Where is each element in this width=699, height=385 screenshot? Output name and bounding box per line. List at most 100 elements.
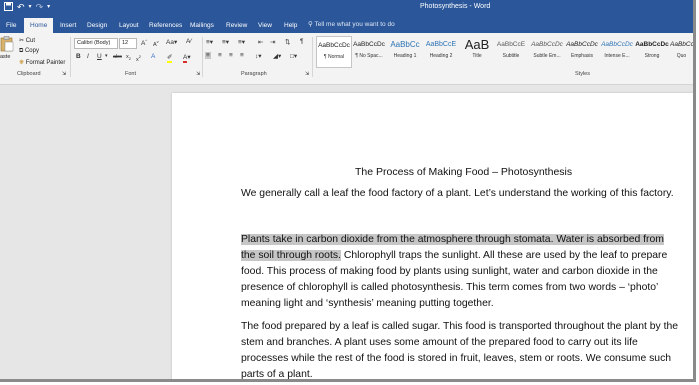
style-name: Subtitle (502, 53, 520, 59)
paragraph-1: We generally call a leaf the food factor… (241, 188, 674, 199)
style-title[interactable]: AaB Title (460, 36, 494, 66)
align-right-button[interactable]: ≡ (229, 52, 233, 59)
tab-insert[interactable]: Insert (54, 18, 82, 33)
tab-review[interactable]: Review (220, 18, 253, 33)
paste-button[interactable]: aste (0, 36, 16, 68)
scissors-icon: ✂ (19, 38, 25, 44)
show-marks-icon[interactable]: ¶ (300, 38, 304, 45)
paragraph-3: The food prepared by a leaf is called su… (241, 321, 679, 380)
line-spacing-icon[interactable]: ↕▾ (255, 52, 262, 60)
tab-view[interactable]: View (252, 18, 278, 33)
style-normal[interactable]: AaBbCcDc ¶ Normal (316, 36, 352, 68)
format-painter-button[interactable]: ❋ Format Painter (19, 59, 65, 66)
style-heading-1[interactable]: AaBbCc Heading 1 (388, 36, 422, 66)
style-name: Subtle Em... (533, 53, 561, 59)
borders-icon[interactable]: □▾ (290, 52, 297, 60)
style-preview: AaBbCc (390, 40, 420, 49)
style-preview: AaBbCcDc (353, 41, 385, 48)
style-name: Emphasis (571, 53, 593, 59)
word-window: ↶ ▾ ↷ ▾ Photosynthesis - Word File Home … (0, 0, 696, 382)
document-area[interactable]: The Process of Making Food – Photosynthe… (0, 85, 693, 379)
text-effects-icon[interactable]: A (151, 53, 155, 60)
paragraph-launcher-icon[interactable]: ⇲ (305, 71, 309, 77)
superscript-button[interactable]: x2 (136, 54, 141, 63)
font-launcher-icon[interactable]: ⇲ (196, 71, 200, 77)
grow-font-icon[interactable]: A^ (141, 38, 147, 47)
change-case-icon[interactable]: Aa▾ (166, 38, 177, 46)
style-quote[interactable]: AaBbCc Quo (670, 36, 693, 66)
style-name: Quo (676, 53, 687, 59)
copy-button[interactable]: ⧉ Copy (19, 48, 39, 55)
justify-button[interactable]: ≡ (240, 52, 244, 59)
sort-icon[interactable]: ⇅ (285, 38, 290, 46)
style-preview: AaBbCcDc (566, 41, 598, 48)
style-name: ¶ No Spac... (355, 53, 383, 59)
decrease-indent-icon[interactable]: ⇤ (258, 38, 263, 46)
tab-home[interactable]: Home (24, 18, 54, 33)
increase-indent-icon[interactable]: ⇥ (270, 38, 275, 46)
styles-group-label: Styles (575, 71, 590, 77)
style-preview: AaBbCc (670, 41, 693, 48)
font-size-value: 12 (122, 40, 129, 46)
style-heading-2[interactable]: AaBbCcE Heading 2 (424, 36, 458, 66)
tell-me-box[interactable]: ⚲ Tell me what you want to do (308, 18, 395, 31)
align-center-button[interactable]: ≡ (218, 52, 222, 59)
style-subtle-emphasis[interactable]: AaBbCcDc Subtle Em... (530, 36, 564, 66)
style-preview: AaBbCcE (425, 41, 457, 48)
strikethrough-button[interactable]: abc (113, 54, 122, 60)
multilevel-list-icon[interactable]: ≡▾ (238, 38, 245, 46)
bullets-icon[interactable]: ≡▾ (206, 38, 213, 46)
font-size-select[interactable]: 12 (119, 38, 137, 49)
style-name: Heading 2 (429, 53, 453, 59)
copy-icon: ⧉ (19, 48, 24, 54)
cut-button[interactable]: ✂ Cut (19, 37, 35, 44)
style-strong[interactable]: AaBbCcDc Strong (635, 36, 669, 66)
style-name: Intense E... (604, 53, 630, 59)
ribbon-tabs: File Home Insert Design Layout Reference… (0, 16, 693, 33)
font-family-value: Calibri (Body) (77, 40, 111, 46)
title-bar: ↶ ▾ ↷ ▾ Photosynthesis - Word (0, 0, 693, 16)
align-left-button[interactable]: ≡ (205, 52, 211, 59)
italic-button[interactable]: I (87, 53, 89, 60)
style-no-spacing[interactable]: AaBbCcDc ¶ No Spac... (352, 36, 386, 66)
bold-button[interactable]: B (76, 53, 81, 60)
document-heading: The Process of Making Food – Photosynthe… (355, 166, 573, 178)
tab-design[interactable]: Design (81, 18, 113, 33)
customize-qat-icon[interactable]: ▾ (47, 2, 50, 13)
style-intense-emphasis[interactable]: AaBbCcDc Intense E... (600, 36, 634, 66)
subscript-button[interactable]: x2 (126, 54, 131, 61)
tab-references[interactable]: References (143, 18, 188, 33)
style-preview: AaBbCcDc (531, 41, 563, 48)
underline-button[interactable]: U (97, 53, 102, 60)
clipboard-group-label: Clipboard (17, 71, 41, 77)
font-family-select[interactable]: Calibri (Body) (74, 38, 118, 49)
underline-dropdown-icon[interactable]: ▾ (105, 53, 108, 59)
document-page[interactable]: The Process of Making Food – Photosynthe… (172, 93, 693, 380)
paste-label: aste (0, 54, 11, 60)
style-name: Heading 1 (393, 53, 417, 59)
style-preview: AaBbCcDc (318, 42, 350, 49)
quick-access-toolbar: ↶ ▾ ↷ ▾ (4, 2, 50, 13)
save-icon[interactable] (4, 2, 13, 13)
dropdown-chevron-icon[interactable]: ▾ (29, 2, 32, 13)
style-emphasis[interactable]: AaBbCcDc Emphasis (565, 36, 599, 66)
clear-formatting-icon[interactable]: A∕ (186, 38, 191, 45)
clipboard-launcher-icon[interactable]: ⇲ (62, 71, 66, 77)
redo-icon[interactable]: ↷ (36, 2, 44, 13)
style-name: Strong (644, 53, 660, 59)
tab-help[interactable]: Help (278, 18, 303, 33)
style-subtitle[interactable]: AaBbCcE Subtitle (494, 36, 528, 66)
copy-label: Copy (24, 48, 39, 54)
window-title: Photosynthesis - Word (420, 3, 491, 10)
tab-layout[interactable]: Layout (113, 18, 145, 33)
group-divider (202, 37, 203, 77)
tab-file[interactable]: File (0, 18, 22, 33)
highlight-color-icon[interactable]: ✐ (167, 53, 173, 63)
shading-icon[interactable]: ◢▾ (273, 52, 281, 60)
font-color-icon[interactable]: A▾ (183, 53, 191, 63)
paintbrush-icon: ❋ (19, 60, 25, 66)
tab-mailings[interactable]: Mailings (184, 18, 220, 33)
shrink-font-icon[interactable]: Av (153, 39, 159, 48)
undo-icon[interactable]: ↶ (17, 2, 25, 13)
numbering-icon[interactable]: ≡▾ (222, 38, 229, 46)
